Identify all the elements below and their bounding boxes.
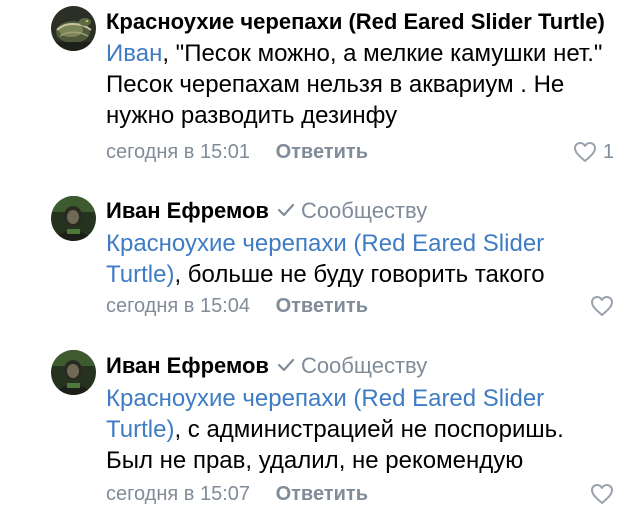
comment-footer: сегодня в 15:04 Ответить: [106, 293, 640, 319]
author-name[interactable]: Иван Ефремов: [106, 353, 269, 378]
avatar[interactable]: [51, 6, 96, 51]
comment-text: Красноухие черепахи (Red Eared Slider Tu…: [106, 228, 616, 290]
reply-button[interactable]: Ответить: [276, 141, 368, 163]
heart-outline-icon: [591, 484, 613, 504]
comment-footer: сегодня в 15:01 Ответить 1: [106, 139, 640, 165]
author-line: Иван Ефремов Сообществу: [106, 352, 427, 380]
timestamp: сегодня в 15:07: [106, 483, 250, 505]
avatar[interactable]: [51, 196, 96, 241]
author-line: Иван Ефремов Сообществу: [106, 197, 427, 225]
heart-outline-icon: [573, 142, 596, 162]
heart-outline-icon: [591, 296, 613, 316]
user-avatar-image: [51, 196, 96, 241]
author-name[interactable]: Иван Ефремов: [106, 198, 269, 223]
checkmark-icon: [277, 351, 295, 379]
reply-target-label: Сообществу: [300, 198, 428, 223]
like-button[interactable]: [590, 293, 614, 319]
timestamp: сегодня в 15:01: [106, 141, 250, 163]
comment-text: Иван, "Песок можно, а мелкие камушки нет…: [106, 38, 616, 131]
user-avatar-image: [51, 350, 96, 395]
reply-target-label: Сообществу: [300, 353, 428, 378]
mention-link[interactable]: Иван: [106, 40, 162, 67]
comment-body: , больше не буду говорить такого: [174, 261, 545, 288]
like-button[interactable]: [590, 481, 614, 507]
reply-button[interactable]: Ответить: [276, 295, 368, 317]
comment-body: , "Песок можно, а мелкие камушки нет." П…: [106, 40, 603, 129]
author-name[interactable]: Красноухие черепахи (Red Eared Slider Tu…: [106, 9, 605, 34]
timestamp: сегодня в 15:04: [106, 295, 250, 317]
avatar[interactable]: [51, 350, 96, 395]
reply-button[interactable]: Ответить: [276, 483, 368, 505]
checkmark-icon: [277, 196, 295, 224]
like-button[interactable]: 1: [573, 139, 614, 165]
turtle-avatar-image: [51, 6, 96, 51]
like-count: 1: [602, 141, 614, 163]
comment-footer: сегодня в 15:07 Ответить: [106, 481, 640, 507]
comment-body: , с администрацией не поспоришь. Был не …: [106, 416, 564, 474]
author-line: Красноухие черепахи (Red Eared Slider Tu…: [106, 8, 605, 36]
comment-text: Красноухие черепахи (Red Eared Slider Tu…: [106, 383, 616, 476]
